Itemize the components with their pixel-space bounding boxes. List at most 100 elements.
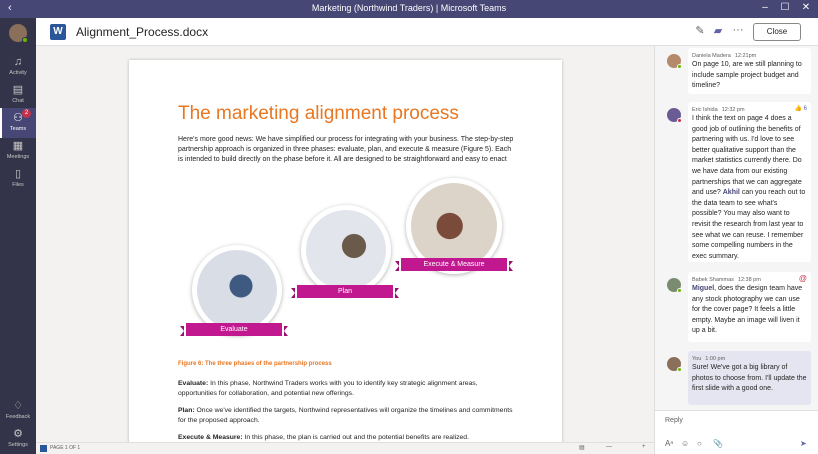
message-author: Babek Shammas bbox=[692, 277, 734, 283]
rail-item-label: Chat bbox=[12, 98, 24, 104]
avatar[interactable] bbox=[667, 54, 682, 69]
more-options-icon[interactable]: ··· bbox=[731, 24, 745, 36]
document-viewer[interactable]: The marketing alignment process Here's m… bbox=[36, 46, 654, 442]
message-text: Sure! We've got a big library of photos … bbox=[692, 364, 807, 393]
attach-icon[interactable]: 📎 bbox=[713, 439, 723, 448]
rail-item-feedback[interactable]: ♢ Feedback bbox=[0, 396, 36, 426]
gear-icon: ⚙ bbox=[13, 428, 23, 440]
like-number: 6 bbox=[803, 106, 807, 112]
figure-caption: Figure 6: The three phases of the partne… bbox=[178, 361, 332, 367]
avatar[interactable] bbox=[667, 278, 682, 293]
avatar[interactable] bbox=[667, 108, 682, 123]
mention[interactable]: Miguel bbox=[692, 285, 714, 292]
message-time: 12:21pm bbox=[734, 53, 757, 59]
zoom-in-button[interactable]: + bbox=[642, 444, 646, 450]
avatar[interactable] bbox=[667, 357, 682, 372]
message-text-after: can you reach out to the data team to se… bbox=[692, 189, 806, 260]
rail-item-settings[interactable]: ⚙ Settings bbox=[0, 424, 36, 454]
message-text: Miguel, does the design team have any st… bbox=[692, 284, 807, 337]
chat-icon: ▤ bbox=[12, 84, 24, 96]
evaluate-ribbon: Evaluate bbox=[180, 323, 288, 336]
document-page: The marketing alignment process Here's m… bbox=[129, 60, 562, 442]
message-meta: You 1:00 pm bbox=[692, 355, 807, 363]
evaluate-paragraph: Evaluate: In this phase, Northwind Trade… bbox=[178, 379, 518, 398]
message-meta: Babek Shammas 12:38 pm bbox=[692, 276, 807, 284]
message-text-after: , does the design team have any stock ph… bbox=[692, 285, 803, 335]
execute-measure-paragraph: Execute & Measure: In this phase, the pl… bbox=[178, 433, 518, 442]
message-author: Eric Ishida bbox=[692, 107, 718, 113]
rail-item-files[interactable]: ▯ Files bbox=[0, 164, 36, 194]
window-title: Marketing (Northwind Traders) | Microsof… bbox=[311, 3, 507, 13]
zoom-out-button[interactable]: — bbox=[606, 444, 612, 450]
rail-item-label: Meetings bbox=[6, 154, 30, 160]
rail-item-label: Teams bbox=[9, 126, 27, 132]
evaluate-photo bbox=[192, 245, 282, 335]
message-meta: Eric Ishida 12:32 pm bbox=[692, 106, 807, 114]
close-document-button[interactable]: Close bbox=[753, 23, 801, 41]
chat-message: You 1:00 pm Sure! We've got a big library… bbox=[655, 351, 818, 405]
maximize-button[interactable]: ☐ bbox=[779, 2, 791, 13]
rail-item-label: Settings bbox=[8, 442, 28, 448]
conversation-panel: Daniela Madera 12:21pm On page 10, are we… bbox=[654, 46, 818, 454]
conversation-icon[interactable]: ▰ bbox=[711, 24, 725, 37]
profile-avatar[interactable] bbox=[9, 24, 28, 43]
message-text: On page 10, are we still planning to inc… bbox=[692, 61, 802, 90]
message-time: 1:00 pm bbox=[705, 356, 726, 362]
rail-item-chat[interactable]: ▤ Chat bbox=[0, 80, 36, 110]
evaluate-text: In this phase, Northwind Traders works w… bbox=[178, 380, 478, 397]
message-time: 12:38 pm bbox=[737, 277, 761, 283]
photo-image bbox=[197, 250, 277, 330]
app-rail: ♫ Activity ▤ Chat ⚇ Teams 2 ▦ Meetings ▯… bbox=[0, 18, 36, 454]
presence-available-icon bbox=[22, 37, 28, 43]
lightbulb-icon: ♢ bbox=[13, 400, 23, 412]
minimize-button[interactable]: – bbox=[759, 2, 771, 13]
rail-item-label: Feedback bbox=[5, 414, 31, 420]
rail-item-label: Files bbox=[12, 182, 24, 188]
page-count: PAGE 1 OF 1 bbox=[50, 445, 81, 451]
rail-item-label: Activity bbox=[9, 70, 27, 76]
presence-icon bbox=[677, 367, 682, 372]
presence-icon bbox=[677, 118, 682, 123]
like-count[interactable]: 👍 6 bbox=[795, 105, 808, 112]
teams-notification-badge: 2 bbox=[22, 109, 31, 118]
edit-icon[interactable]: ✎ bbox=[693, 24, 707, 37]
message-bubble: Babek Shammas 12:38 pm @ Miguel, does the… bbox=[688, 272, 811, 342]
title-bar: ‹ Marketing (Northwind Traders) | Micros… bbox=[0, 0, 818, 18]
plan-photo bbox=[301, 205, 391, 295]
word-status-icon bbox=[40, 445, 47, 452]
photo-image bbox=[411, 183, 497, 269]
message-meta: Daniela Madera 12:21pm bbox=[692, 52, 807, 60]
message-bubble: Daniela Madera 12:21pm On page 10, are we… bbox=[688, 48, 811, 94]
document-filename: Alignment_Process.docx bbox=[76, 25, 209, 39]
message-text-before: I think the text on page 4 does a good j… bbox=[692, 115, 802, 197]
format-icon[interactable]: Aⁿ bbox=[665, 439, 673, 448]
emoji-icon[interactable]: ☺ bbox=[681, 439, 689, 448]
message-text: I think the text on page 4 does a good j… bbox=[692, 114, 807, 262]
chat-message: Eric Ishida 12:32 pm 👍 6 I think the text… bbox=[655, 102, 818, 262]
like-icon: 👍 bbox=[794, 106, 802, 112]
document-header: W Alignment_Process.docx ✎ ▰ ··· Close bbox=[36, 18, 818, 46]
send-icon[interactable]: ➤ bbox=[800, 439, 807, 448]
layout-icon[interactable]: ▤ bbox=[579, 444, 585, 451]
mention-at-icon: @ bbox=[798, 274, 807, 283]
message-time: 12:32 pm bbox=[721, 107, 745, 113]
plan-paragraph: Plan: Once we've identified the targets,… bbox=[178, 406, 518, 425]
window-close-button[interactable]: ✕ bbox=[800, 2, 812, 13]
rail-item-meetings[interactable]: ▦ Meetings bbox=[0, 136, 36, 166]
mention[interactable]: Akhil bbox=[723, 189, 740, 196]
bell-icon: ♫ bbox=[13, 56, 23, 68]
plan-term: Plan: bbox=[178, 407, 195, 414]
evaluate-term: Evaluate: bbox=[178, 380, 209, 387]
message-bubble: You 1:00 pm Sure! We've got a big library… bbox=[688, 351, 811, 405]
rail-item-activity[interactable]: ♫ Activity bbox=[0, 52, 36, 82]
presence-icon bbox=[677, 288, 682, 293]
file-icon: ▯ bbox=[14, 168, 22, 180]
reply-box[interactable]: Reply Aⁿ ☺ ○ 📎 ➤ bbox=[655, 410, 818, 454]
message-author: You bbox=[692, 356, 702, 362]
reply-input[interactable]: Reply bbox=[665, 417, 683, 424]
message-bubble: Eric Ishida 12:32 pm 👍 6 I think the text… bbox=[688, 102, 811, 262]
message-author: Daniela Madera bbox=[692, 53, 731, 59]
gif-icon[interactable]: ○ bbox=[697, 439, 702, 448]
status-bar: PAGE 1 OF 1 ▤ — + bbox=[36, 442, 654, 454]
intro-paragraph: Here's more good news: We have simplifie… bbox=[178, 136, 514, 163]
